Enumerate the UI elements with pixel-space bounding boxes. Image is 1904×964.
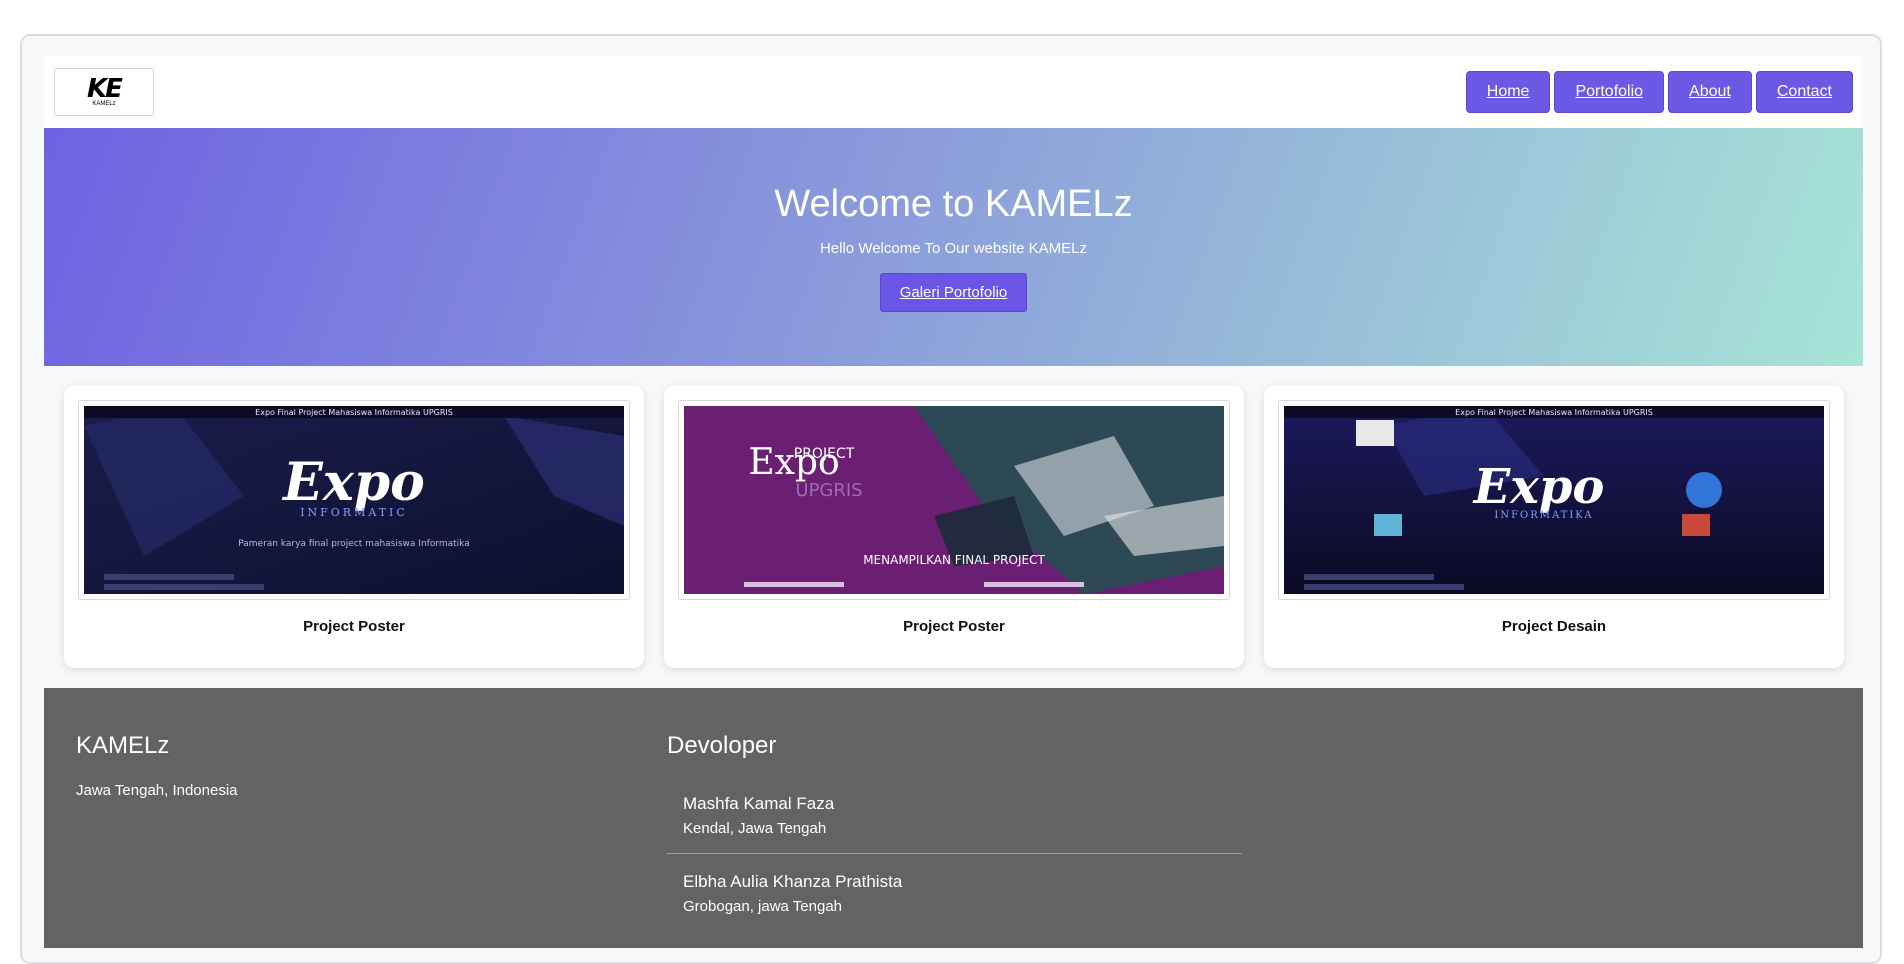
poster-sub-text: INFORMATIC [300,506,408,519]
developer-name: Elbha Aulia Khanza Prathista [683,872,903,891]
portfolio-card[interactable]: PROJECT Expo UPGRIS MENAMPILKAN FINAL PR… [664,386,1244,668]
card-title: Project Poster [303,618,405,635]
poster-sub-text: INFORMATIKA [1494,510,1593,521]
page: KE KAMELz Home Portofolio About Contact … [44,56,1863,948]
poster-big-text: Expo [748,442,839,483]
developers-title: Devoloper [667,732,777,759]
poster-sub-text: UPGRIS [795,480,862,501]
developer-location: Grobogan, jawa Tengah [683,898,843,915]
card-image-frame: PROJECT Expo UPGRIS MENAMPILKAN FINAL PR… [678,400,1230,600]
card-image-frame: Expo Final Project Mahasiswa Informatika… [1278,400,1830,600]
hero-title: Welcome to KAMELz [774,183,1133,225]
hero-subtitle: Hello Welcome To Our website KAMELz [819,240,1088,257]
expo-poster-image-3[interactable]: Expo Final Project Mahasiswa Informatika… [1284,406,1824,594]
developer-name: Mashfa Kamal Faza [683,794,835,813]
portfolio-card[interactable]: Expo Final Project Mahasiswa Informatika… [64,386,644,668]
card-image-frame: Expo Final Project Mahasiswa Informatika… [78,400,630,600]
card-title: Project Poster [903,618,1005,635]
developer-location: Kendal, Jawa Tengah [683,820,827,837]
expo-poster-image-1[interactable]: Expo Final Project Mahasiswa Informatika… [84,406,624,594]
poster-big-text: Expo [281,452,425,513]
developer-item: Elbha Aulia Khanza Prathista Grobogan, j… [667,854,1242,931]
footer-location: Jawa Tengah, Indonesia [76,782,238,799]
footer-brand: KAMELz Jawa Tengah, Indonesia [76,732,238,799]
hero-banner: Welcome to KAMELz Hello Welcome To Our w… [44,128,1863,366]
portfolio-cards: Expo Final Project Mahasiswa Informatika… [44,366,1863,688]
nav-home-button[interactable]: Home [1465,71,1551,113]
poster-desc-text: MENAMPILKAN FINAL PROJECT [863,553,1045,567]
portfolio-card[interactable]: Expo Final Project Mahasiswa Informatika… [1264,386,1844,668]
page-frame: KE KAMELz Home Portofolio About Contact … [20,34,1882,964]
logo-text: KAMELz [92,100,116,107]
nav-portofolio-button[interactable]: Portofolio [1554,71,1665,113]
footer-brand-title: KAMELz [76,732,170,759]
logo-mark: KE [87,73,123,104]
site-header: KE KAMELz Home Portofolio About Contact [44,56,1863,128]
main-nav: Home Portofolio About Contact [1465,71,1853,113]
card-title: Project Desain [1501,618,1607,635]
expo-poster-image-2[interactable]: PROJECT Expo UPGRIS MENAMPILKAN FINAL PR… [684,406,1224,594]
nav-about-button[interactable]: About [1668,71,1752,113]
footer-developers: Devoloper Mashfa Kamal Faza Kendal, Jawa… [667,732,1242,931]
poster-desc-text: Pameran karya final project mahasiswa In… [238,539,470,549]
logo[interactable]: KE KAMELz [54,68,154,116]
poster-big-text: Expo [1472,459,1605,515]
poster-header-text: Expo Final Project Mahasiswa Informatika… [1455,408,1653,417]
poster-header-text: Expo Final Project Mahasiswa Informatika… [255,408,453,417]
site-footer: KAMELz Jawa Tengah, Indonesia Devoloper … [44,688,1863,948]
developer-item: Mashfa Kamal Faza Kendal, Jawa Tengah [667,760,1242,854]
nav-contact-button[interactable]: Contact [1755,71,1853,113]
galeri-portofolio-button[interactable]: Galeri Portofolio [879,273,1028,312]
